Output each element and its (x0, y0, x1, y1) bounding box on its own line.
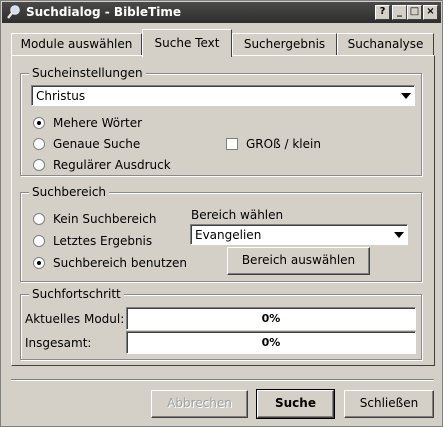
search-settings-group: Sucheinstellungen Christus Mehere Wörter… (20, 66, 422, 176)
current-module-progress: 0% (126, 307, 416, 330)
title-bar[interactable]: Suchdialog - BibleTime ? _ □ × (2, 2, 441, 23)
button-separator (11, 379, 434, 381)
search-scope-title: Suchbereich (29, 185, 110, 199)
search-settings-title: Sucheinstellungen (29, 66, 146, 80)
radio-selected-icon (33, 117, 45, 129)
radio-icon (33, 159, 45, 171)
radio-icon (33, 138, 45, 150)
current-module-percent: 0% (261, 312, 281, 325)
tab-panel: Sucheinstellungen Christus Mehere Wörter… (11, 55, 435, 366)
case-sensitive-label: GROß / klein (246, 137, 321, 151)
maximize-button[interactable]: □ (407, 5, 422, 20)
mode-label: Genaue Suche (53, 137, 141, 151)
search-query-value: Christus (36, 89, 86, 103)
tab-module-auswaehlen[interactable]: Module auswählen (11, 33, 142, 56)
search-query-combo[interactable]: Christus (31, 85, 415, 106)
scope-label: Letztes Ergebnis (53, 234, 153, 248)
search-scope-group: Suchbereich Kein Suchbereich Letztes Erg… (20, 185, 422, 282)
total-label: Insgesamt: (25, 336, 92, 350)
radio-icon (33, 235, 45, 247)
close-button[interactable]: Schließen (344, 390, 434, 418)
scope-label: Kein Suchbereich (53, 212, 157, 226)
select-range-button[interactable]: Bereich auswählen (227, 247, 370, 275)
chevron-down-icon (394, 232, 404, 238)
radio-icon (33, 213, 45, 225)
close-window-button[interactable]: × (423, 5, 438, 20)
total-percent: 0% (261, 336, 281, 349)
mode-label: Mehere Wörter (53, 116, 143, 130)
minimize-button[interactable]: _ (392, 5, 407, 20)
current-module-label: Aktuelles Modul: (25, 312, 125, 326)
range-value: Evangelien (195, 228, 262, 242)
chevron-down-icon (401, 93, 411, 99)
cancel-button[interactable]: Abbrechen (151, 390, 248, 418)
tab-suchanalyse[interactable]: Suchanalyse (337, 33, 434, 56)
mode-label: Regulärer Ausdruck (53, 158, 171, 172)
help-button[interactable]: ? (375, 5, 390, 20)
magnifier-icon (7, 5, 20, 19)
choose-range-label: Bereich wählen (191, 208, 284, 222)
search-progress-title: Suchfortschritt (29, 287, 124, 301)
search-button[interactable]: Suche (256, 389, 335, 419)
total-progress: 0% (126, 331, 416, 354)
tab-bar: Module auswählen Suche Text Suchergebnis… (11, 29, 435, 57)
radio-selected-icon (33, 257, 45, 269)
search-dialog-window: Suchdialog - BibleTime ? _ □ × Module au… (0, 0, 443, 427)
tab-suche-text[interactable]: Suche Text (142, 29, 232, 57)
tab-suchergebnis[interactable]: Suchergebnis (232, 33, 337, 56)
checkbox-icon (226, 138, 238, 150)
search-progress-group: Suchfortschritt Aktuelles Modul: 0% Insg… (20, 287, 422, 360)
scope-label: Suchbereich benutzen (53, 256, 188, 270)
range-combo[interactable]: Evangelien (190, 224, 408, 245)
window-title: Suchdialog - BibleTime (26, 5, 181, 19)
